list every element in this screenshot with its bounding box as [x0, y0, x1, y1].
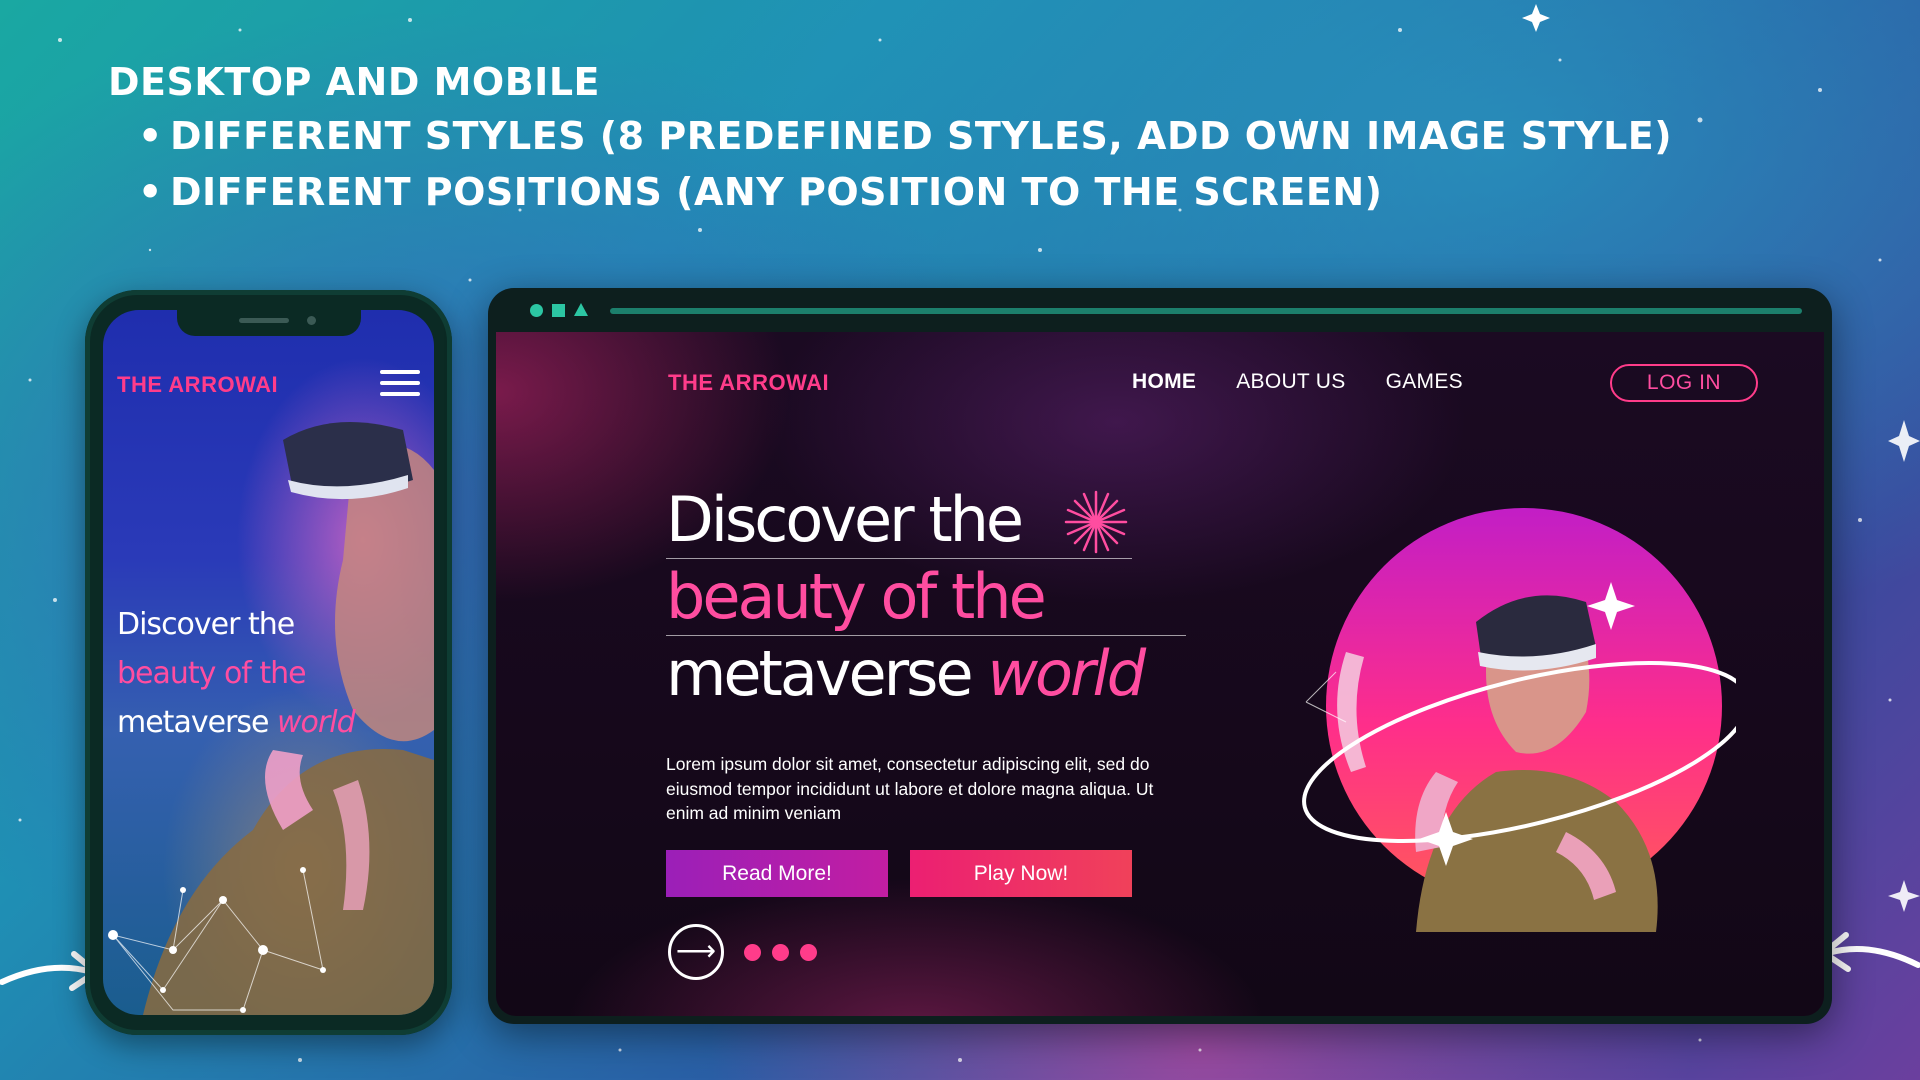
hero-headline-line-3: metaverse world — [666, 636, 1186, 712]
carousel-dot[interactable] — [772, 944, 789, 961]
read-more-button[interactable]: Read More! — [666, 850, 888, 897]
desktop-site: THE ARROWAI HOME ABOUT US GAMES LOG IN D… — [496, 332, 1824, 1016]
mobile-screen: THE ARROWAI Discover the beauty of the m… — [103, 310, 434, 1015]
circle-icon — [530, 304, 543, 317]
mobile-headline-metaverse: metaverse — [117, 705, 269, 740]
hero-headline: Discover the beauty of the metaverse wor… — [666, 484, 1186, 712]
mobile-headline-line-2: beauty of the — [117, 656, 307, 691]
hero-headline-line-1: Discover the — [666, 484, 1132, 559]
carousel-dot[interactable] — [744, 944, 761, 961]
site-brand-logo[interactable]: THE ARROWAI — [668, 370, 829, 396]
mobile-preview: THE ARROWAI Discover the beauty of the m… — [85, 290, 452, 1035]
mobile-headline-accent: world — [277, 705, 356, 740]
hero-headline-metaverse: metaverse — [666, 637, 974, 710]
hero-description: Lorem ipsum dolor sit amet, consectetur … — [666, 754, 1154, 823]
square-icon — [552, 304, 565, 317]
nav-games[interactable]: GAMES — [1386, 370, 1463, 394]
carousel-dots — [744, 944, 817, 961]
triangle-icon — [574, 303, 588, 316]
arrow-right-icon[interactable]: ⟶ — [668, 924, 724, 980]
hero-headline-text-1: Discover the — [666, 483, 1024, 556]
feature-item-styles: DIFFERENT STYLES (8 PREDEFINED STYLES, A… — [138, 108, 1672, 164]
hero-vr-image — [1302, 508, 1736, 932]
mobile-headline-line-3: metaverse world — [117, 698, 356, 747]
window-titlebar — [496, 288, 1824, 332]
desktop-preview-window: THE ARROWAI HOME ABOUT US GAMES LOG IN D… — [488, 288, 1832, 1024]
phone-notch — [176, 310, 361, 336]
mobile-hero-headline: Discover the beauty of the metaverse wor… — [117, 600, 356, 747]
mobile-headline-line-1: Discover the — [117, 607, 295, 642]
hero-headline-accent: world — [987, 637, 1146, 710]
feature-list: DIFFERENT STYLES (8 PREDEFINED STYLES, A… — [138, 108, 1672, 220]
site-nav: HOME ABOUT US GAMES — [1132, 370, 1463, 394]
feature-heading: DESKTOP AND MOBILE DIFFERENT STYLES (8 P… — [108, 56, 1672, 220]
carousel-dot[interactable] — [800, 944, 817, 961]
address-bar[interactable] — [610, 308, 1802, 314]
heading-title: DESKTOP AND MOBILE — [108, 60, 600, 104]
hero-headline-line-2: beauty of the — [666, 559, 1186, 636]
nav-home[interactable]: HOME — [1132, 370, 1196, 394]
phone-speaker — [238, 318, 289, 323]
hamburger-menu-icon[interactable] — [380, 370, 420, 400]
play-now-button[interactable]: Play Now! — [910, 850, 1132, 897]
phone-camera — [306, 316, 316, 325]
nav-about-us[interactable]: ABOUT US — [1236, 370, 1345, 394]
login-button[interactable]: LOG IN — [1610, 364, 1758, 402]
mobile-brand-logo[interactable]: THE ARROWAI — [117, 372, 278, 398]
starburst-icon — [1064, 490, 1128, 554]
feature-item-positions: DIFFERENT POSITIONS (ANY POSITION TO THE… — [138, 164, 1672, 220]
